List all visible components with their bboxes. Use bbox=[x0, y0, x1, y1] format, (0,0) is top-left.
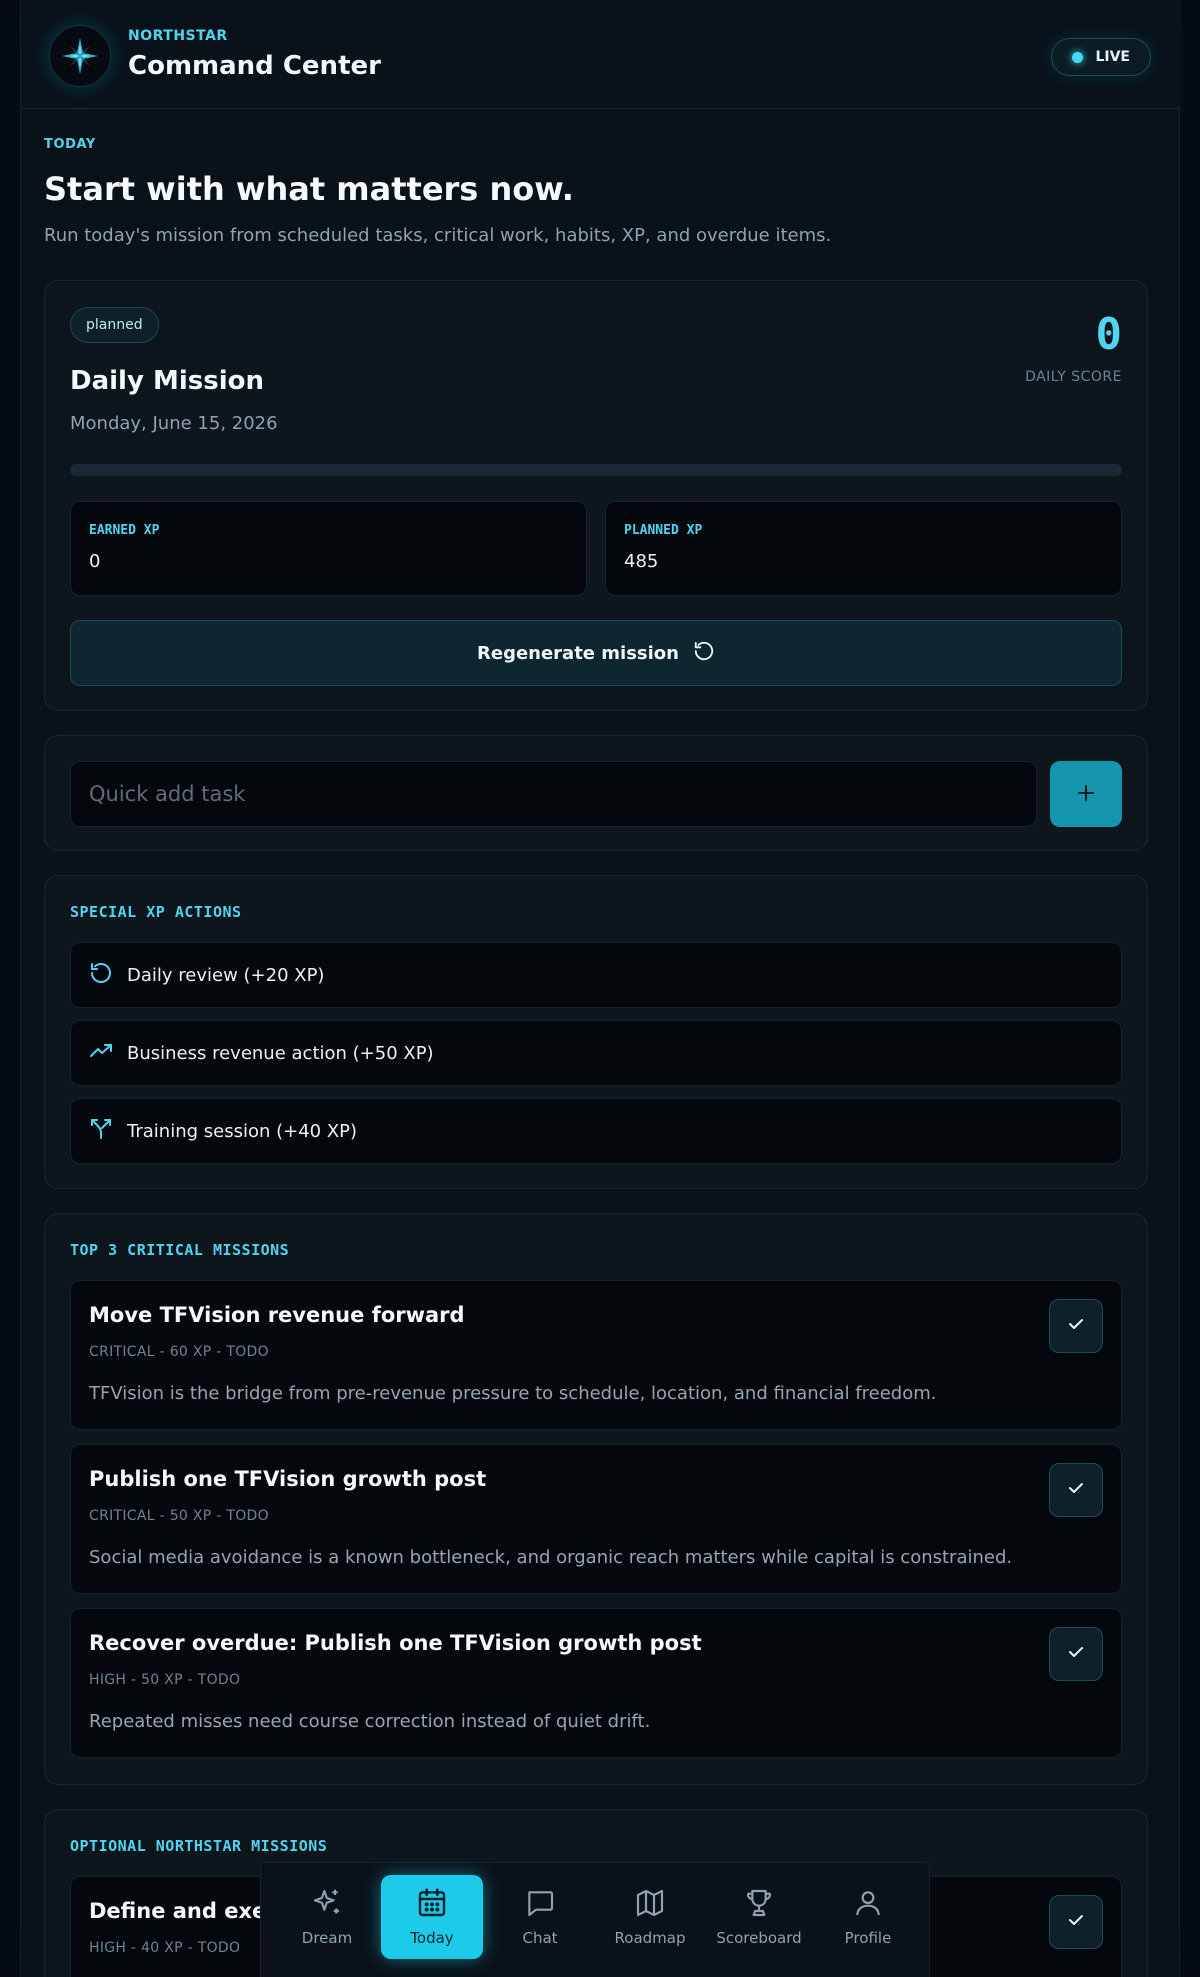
earned-xp-label: EARNED XP bbox=[89, 523, 160, 538]
section-eyebrow: TODAY bbox=[44, 137, 96, 152]
live-status-badge[interactable]: LIVE bbox=[1051, 38, 1151, 76]
special-action-label: Business revenue action (+50 XP) bbox=[127, 1042, 434, 1064]
nav-label: Today bbox=[410, 1929, 454, 1947]
sparkles-icon bbox=[311, 1887, 343, 1923]
compass-star-icon[interactable] bbox=[49, 25, 111, 87]
chat-bubble-icon bbox=[524, 1887, 556, 1923]
critical-missions-card: TOP 3 CRITICAL MISSIONS Move TFVision re… bbox=[44, 1213, 1148, 1785]
trending-up-icon bbox=[89, 1039, 113, 1068]
daily-score-label: DAILY SCORE bbox=[1025, 369, 1122, 385]
task-title: Publish one TFVision growth post bbox=[89, 1467, 487, 1491]
nav-label: Scoreboard bbox=[716, 1929, 802, 1947]
nav-label: Dream bbox=[301, 1929, 353, 1947]
task-meta: CRITICAL - 50 XP - TODO bbox=[89, 1508, 269, 1524]
live-dot-icon bbox=[1072, 51, 1084, 63]
page-subtitle: Run today's mission from scheduled tasks… bbox=[44, 225, 832, 246]
special-action-label: Training session (+40 XP) bbox=[127, 1120, 358, 1142]
task-card: Move TFVision revenue forward CRITICAL -… bbox=[70, 1280, 1122, 1430]
task-description: Social media avoidance is a known bottle… bbox=[89, 1547, 1013, 1568]
nav-item-chat[interactable]: Chat bbox=[489, 1875, 591, 1959]
bottom-nav: Dream Today Chat Roadmap Scoreboard Prof… bbox=[260, 1862, 930, 1977]
nav-item-dream[interactable]: Dream bbox=[276, 1875, 378, 1959]
task-title: Move TFVision revenue forward bbox=[89, 1303, 465, 1327]
nav-label: Profile bbox=[844, 1929, 892, 1947]
daily-score-value: 0 bbox=[1095, 309, 1123, 360]
page-title: Start with what matters now. bbox=[44, 170, 574, 208]
user-icon bbox=[852, 1887, 884, 1923]
split-arrows-icon bbox=[89, 1117, 113, 1146]
task-description: TFVision is the bridge from pre-revenue … bbox=[89, 1383, 937, 1404]
brand-name: NORTHSTAR bbox=[128, 28, 228, 44]
special-action-training-session[interactable]: Training session (+40 XP) bbox=[70, 1098, 1122, 1164]
quick-add-card bbox=[44, 735, 1148, 851]
nav-label: Roadmap bbox=[614, 1929, 686, 1947]
mission-progress-bar bbox=[70, 464, 1122, 476]
quick-add-input[interactable] bbox=[70, 761, 1037, 827]
planned-xp-box: PLANNED XP 485 bbox=[605, 501, 1122, 596]
app-header: NORTHSTAR Command Center LIVE bbox=[21, 0, 1181, 109]
nav-label: Chat bbox=[522, 1929, 558, 1947]
special-xp-title: SPECIAL XP ACTIONS bbox=[70, 903, 242, 921]
trophy-icon bbox=[743, 1887, 775, 1923]
refresh-icon bbox=[89, 961, 113, 990]
complete-task-button[interactable] bbox=[1049, 1627, 1103, 1681]
nav-item-roadmap[interactable]: Roadmap bbox=[599, 1875, 701, 1959]
nav-item-today[interactable]: Today bbox=[381, 1875, 483, 1959]
app-shell: NORTHSTAR Command Center LIVE TODAY Star… bbox=[20, 0, 1181, 1977]
add-task-button[interactable] bbox=[1050, 761, 1122, 827]
earned-xp-value: 0 bbox=[89, 551, 101, 572]
regenerate-mission-button[interactable]: Regenerate mission bbox=[70, 620, 1122, 686]
earned-xp-box: EARNED XP 0 bbox=[70, 501, 587, 596]
complete-task-button[interactable] bbox=[1049, 1463, 1103, 1517]
checkmark-icon bbox=[1066, 1314, 1086, 1338]
task-card: Publish one TFVision growth post CRITICA… bbox=[70, 1444, 1122, 1594]
special-xp-card: SPECIAL XP ACTIONS Daily review (+20 XP)… bbox=[44, 875, 1148, 1189]
special-action-daily-review[interactable]: Daily review (+20 XP) bbox=[70, 942, 1122, 1008]
planned-xp-value: 485 bbox=[624, 551, 659, 572]
task-meta: CRITICAL - 60 XP - TODO bbox=[89, 1344, 269, 1360]
complete-task-button[interactable] bbox=[1049, 1299, 1103, 1353]
complete-task-button[interactable] bbox=[1049, 1895, 1103, 1949]
app-title: Command Center bbox=[128, 51, 381, 81]
calendar-icon bbox=[416, 1887, 448, 1923]
checkmark-icon bbox=[1066, 1642, 1086, 1666]
live-label: LIVE bbox=[1095, 49, 1130, 65]
plus-icon bbox=[1076, 783, 1096, 806]
task-description: Repeated misses need course correction i… bbox=[89, 1711, 651, 1732]
regenerate-label: Regenerate mission bbox=[477, 642, 679, 664]
planned-xp-label: PLANNED XP bbox=[624, 523, 703, 538]
mission-status-badge: planned bbox=[70, 307, 159, 343]
task-meta: HIGH - 40 XP - TODO bbox=[89, 1940, 241, 1956]
special-action-business-revenue[interactable]: Business revenue action (+50 XP) bbox=[70, 1020, 1122, 1086]
checkmark-icon bbox=[1066, 1910, 1086, 1934]
nav-item-profile[interactable]: Profile bbox=[817, 1875, 919, 1959]
task-meta: HIGH - 50 XP - TODO bbox=[89, 1672, 241, 1688]
task-card: Recover overdue: Publish one TFVision gr… bbox=[70, 1608, 1122, 1758]
daily-mission-card: planned Daily Mission Monday, June 15, 2… bbox=[44, 280, 1148, 711]
optional-missions-title: OPTIONAL NORTHSTAR MISSIONS bbox=[70, 1837, 328, 1855]
mission-date: Monday, June 15, 2026 bbox=[70, 413, 278, 434]
mission-title: Daily Mission bbox=[70, 366, 264, 396]
critical-missions-title: TOP 3 CRITICAL MISSIONS bbox=[70, 1241, 290, 1259]
nav-item-scoreboard[interactable]: Scoreboard bbox=[708, 1875, 810, 1959]
task-title: Recover overdue: Publish one TFVision gr… bbox=[89, 1631, 702, 1655]
map-icon bbox=[634, 1887, 666, 1923]
refresh-icon bbox=[693, 640, 715, 667]
checkmark-icon bbox=[1066, 1478, 1086, 1502]
special-action-label: Daily review (+20 XP) bbox=[127, 964, 325, 986]
